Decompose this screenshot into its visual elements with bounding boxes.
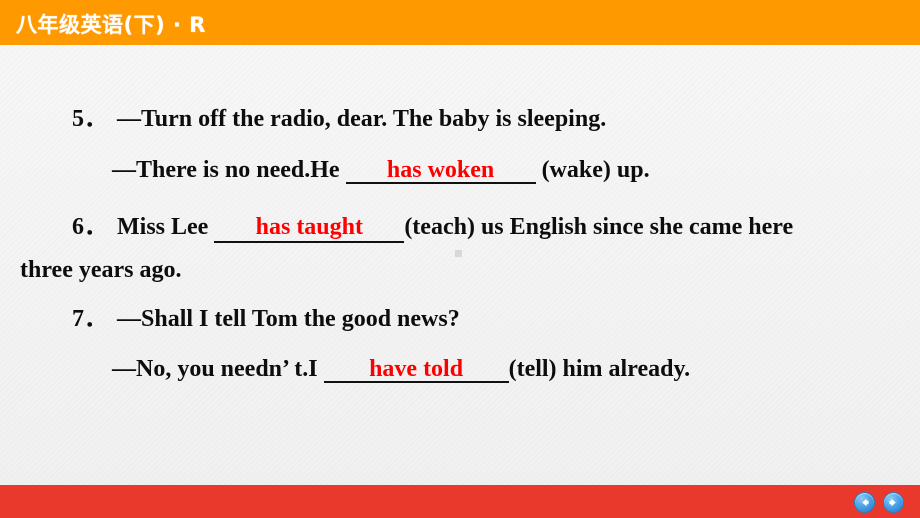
exercise-7-line-1: 7． —Shall I tell Tom the good news? <box>72 307 460 331</box>
exercise-7-answer-text: have told <box>369 356 464 382</box>
exercise-5-line-2-before: —There is no need.He <box>112 157 346 183</box>
exercise-5-answer-text: has woken <box>386 157 495 183</box>
previous-slide-button[interactable] <box>854 492 875 513</box>
exercise-6-part-1: Miss Lee <box>117 214 215 240</box>
page-title: 八年级英语(下) · R <box>16 13 206 37</box>
arrow-right-icon <box>889 498 896 507</box>
exercise-7-line-1-text: —Shall I tell Tom the good news? <box>117 306 460 332</box>
exercise-6-part-2: (teach) us English since she came here <box>404 214 794 240</box>
exercise-6-line-1: 6． Miss Lee has taught (teach) us English … <box>72 206 793 243</box>
footer-bar <box>0 485 920 518</box>
exercise-5-line-2: —There is no need.He has woken (wake) up… <box>112 158 650 184</box>
next-slide-button[interactable] <box>883 492 904 513</box>
exercise-7-answer-blank[interactable]: have told <box>323 356 509 383</box>
render-artifact <box>455 250 462 257</box>
header-bar: 八年级英语(下) · R <box>0 0 920 45</box>
exercise-6-line-2: three years ago. <box>20 257 182 284</box>
exercise-5-line-1-text: —Turn off the radio, dear. The baby is s… <box>117 106 607 132</box>
exercise-6-part-3: three years ago. <box>20 257 182 283</box>
exercise-7-number: 7． <box>72 306 108 332</box>
exercise-7-line-2-before: —No, you needn’ t.I <box>112 356 324 382</box>
arrow-left-icon <box>862 498 869 507</box>
exercise-5-answer-blank[interactable]: has woken <box>345 157 536 184</box>
exercise-5-line-1: 5． —Turn off the radio, dear. The baby is… <box>72 107 606 131</box>
exercise-6-answer-blank[interactable]: has taught <box>214 214 405 243</box>
exercise-7-line-2-after: (tell) him already. <box>508 356 691 382</box>
exercise-6-number: 6． <box>72 214 108 240</box>
exercise-7-line-2: —No, you needn’ t.I have told (tell) him … <box>112 357 690 383</box>
navigation-buttons <box>854 492 904 513</box>
slide-content: 5． —Turn off the radio, dear. The baby is… <box>0 45 920 485</box>
exercise-5-number: 5． <box>72 106 108 132</box>
exercise-5-line-2-after: (wake) up. <box>535 157 650 183</box>
slide-canvas: 八年级英语(下) · R 5． —Turn off the radio, dear… <box>0 0 920 518</box>
exercise-6-answer-text: has taught <box>255 214 363 240</box>
